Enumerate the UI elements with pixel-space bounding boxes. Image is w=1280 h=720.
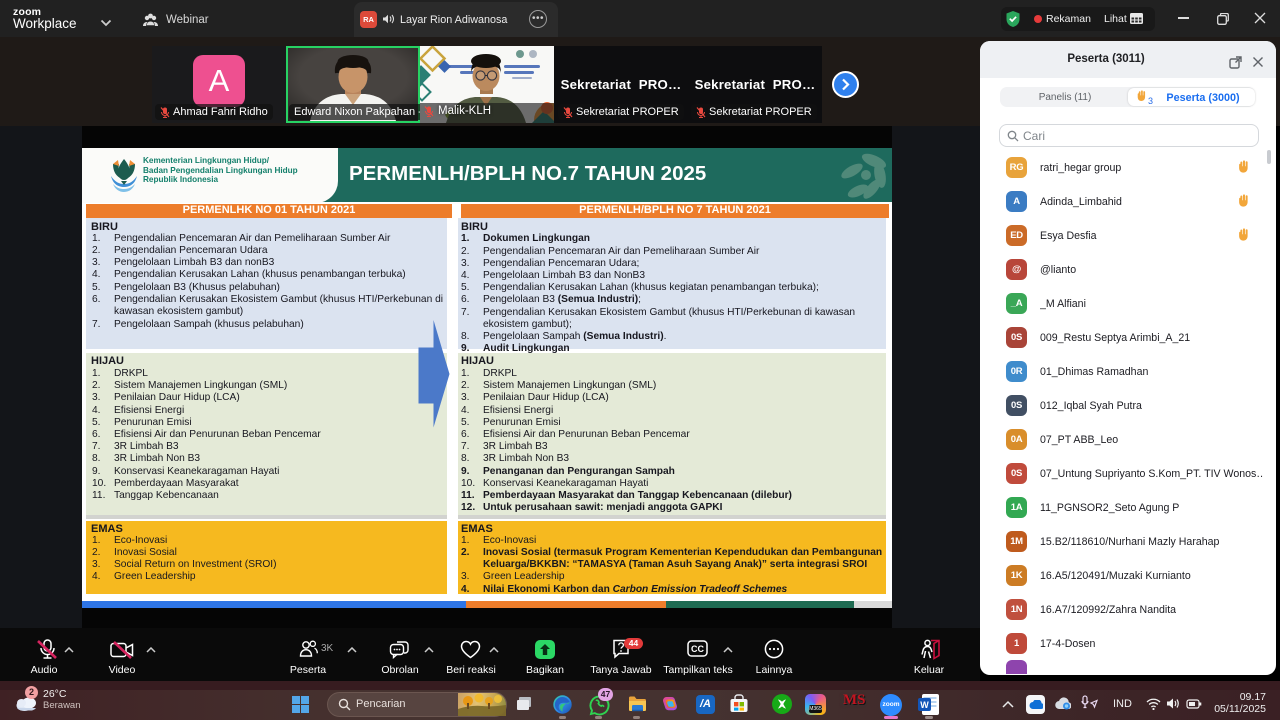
svg-text:W: W [920, 700, 929, 710]
svg-text:CC: CC [691, 644, 704, 654]
